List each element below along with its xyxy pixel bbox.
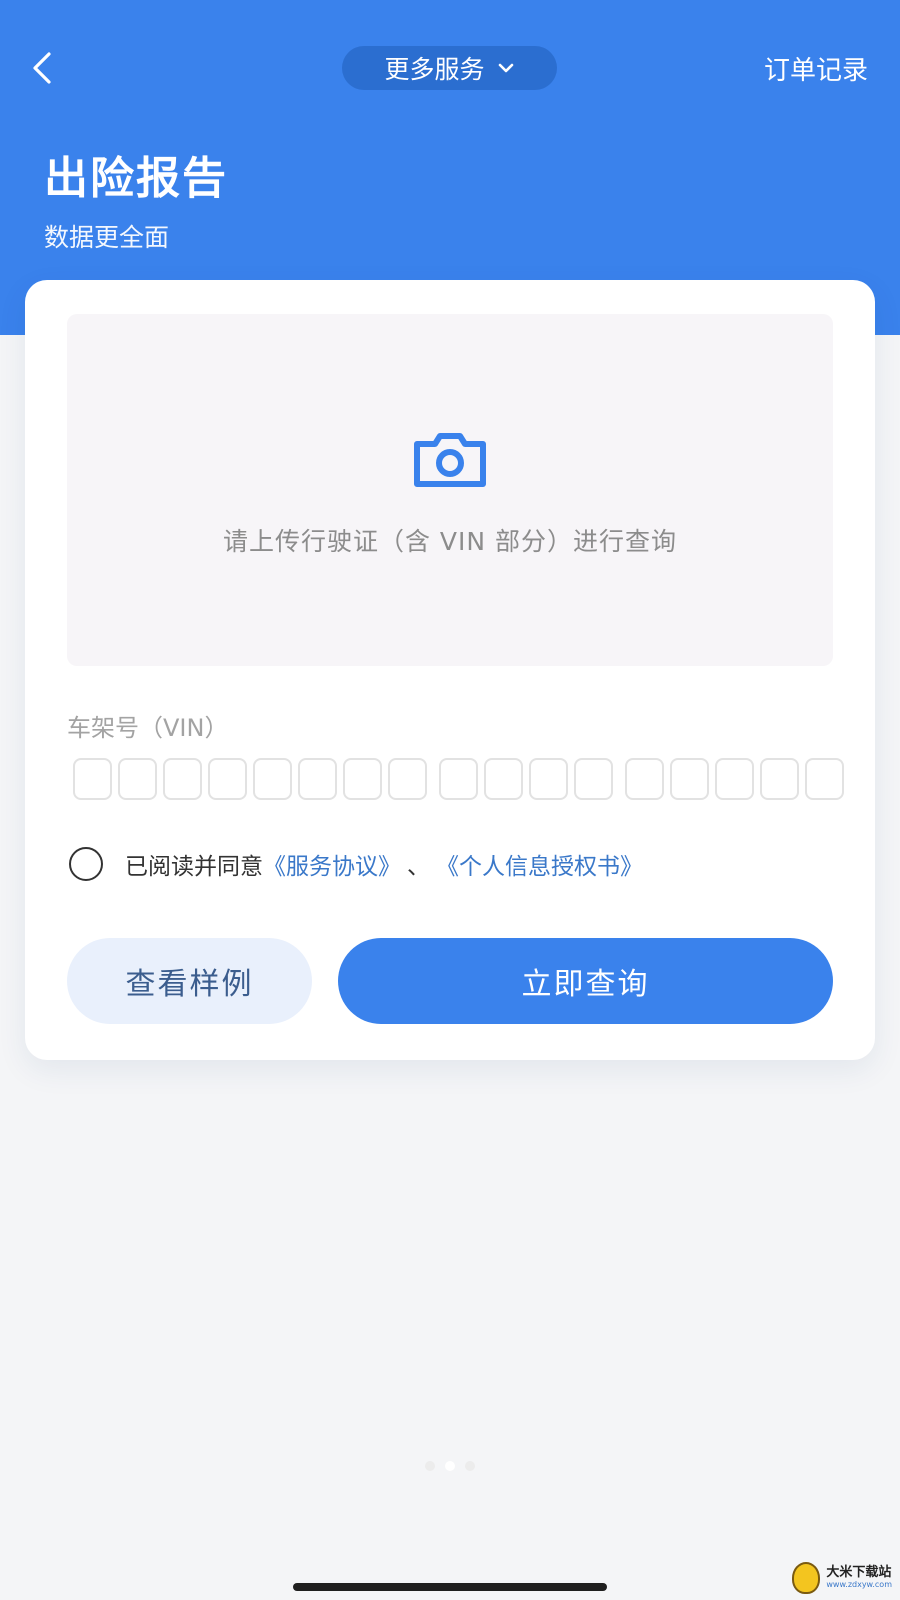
license-upload-area[interactable]: 请上传行驶证（含 VIN 部分）进行查询 [67, 314, 833, 666]
vin-char-box[interactable] [715, 758, 754, 800]
page-subtitle: 数据更全面 [44, 223, 170, 252]
vin-char-box[interactable] [574, 758, 613, 800]
vin-char-box[interactable] [529, 758, 568, 800]
vin-char-box[interactable] [625, 758, 664, 800]
view-sample-button[interactable]: 查看样例 [67, 938, 312, 1024]
agreement-prefix: 已阅读并同意 [125, 854, 263, 880]
agree-radio[interactable] [69, 847, 103, 881]
vin-char-box[interactable] [484, 758, 523, 800]
chevron-left-icon [33, 52, 51, 84]
watermark-logo-icon [792, 1562, 821, 1594]
page-dot-active [445, 1461, 455, 1471]
vin-char-box[interactable] [73, 758, 112, 800]
site-watermark: 大米下载站 www.zdxyw.com [792, 1562, 892, 1594]
vin-char-box[interactable] [253, 758, 292, 800]
page-title: 出险报告 [44, 153, 228, 204]
home-indicator[interactable] [293, 1583, 607, 1591]
privacy-authorization-link[interactable]: 《个人信息授权书》 [436, 847, 643, 881]
vin-char-box[interactable] [343, 758, 382, 800]
watermark-title: 大米下载站 [826, 1565, 892, 1581]
vin-char-box[interactable] [760, 758, 799, 800]
vin-input-row [73, 758, 844, 802]
upload-hint: 请上传行驶证（含 VIN 部分）进行查询 [222, 527, 678, 556]
vin-char-box[interactable] [208, 758, 247, 800]
vin-char-box[interactable] [298, 758, 337, 800]
vin-char-box[interactable] [388, 758, 427, 800]
agreement-separator: 、 [407, 854, 430, 880]
back-button[interactable] [22, 46, 62, 90]
vin-label: 车架号（VIN） [67, 714, 229, 742]
page-dot [465, 1461, 475, 1471]
query-card: 请上传行驶证（含 VIN 部分）进行查询 车架号（VIN） 已阅读并同意 《服务… [25, 280, 875, 1060]
watermark-url: www.zdxyw.com [826, 1579, 892, 1589]
chevron-down-icon [498, 63, 513, 73]
vin-char-box[interactable] [670, 758, 709, 800]
vin-char-box[interactable] [439, 758, 478, 800]
page-dot [425, 1461, 435, 1471]
vin-char-box[interactable] [805, 758, 844, 800]
more-services-label: 更多服务 [384, 55, 485, 84]
more-services-dropdown[interactable]: 更多服务 [342, 46, 557, 90]
order-records-link[interactable]: 订单记录 [764, 50, 868, 87]
query-now-button[interactable]: 立即查询 [338, 938, 833, 1024]
page-indicator [0, 1461, 900, 1471]
agreement-row: 已阅读并同意 《服务协议》 、 《个人信息授权书》 [69, 847, 643, 881]
vin-char-box[interactable] [118, 758, 157, 800]
vin-char-box[interactable] [163, 758, 202, 800]
service-agreement-link[interactable]: 《服务协议》 [263, 847, 401, 881]
camera-icon [414, 433, 486, 487]
